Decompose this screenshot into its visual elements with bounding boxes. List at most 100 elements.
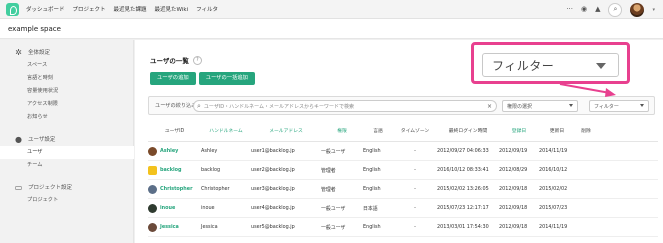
handle: inoue — [201, 205, 215, 211]
sidebar-item-space[interactable]: スペース — [0, 59, 133, 72]
col-language[interactable]: 言語 — [363, 127, 393, 134]
search-icon[interactable]: ⌕ — [608, 2, 623, 17]
timezone: - — [414, 167, 416, 173]
chevron-down-icon — [640, 104, 644, 107]
nav-recent-issues[interactable]: 最近見た課題 — [114, 5, 147, 13]
col-user-id[interactable]: ユーザID — [148, 127, 201, 134]
email: user5@backlog.jp — [251, 224, 295, 230]
user-id: Christopher — [160, 186, 193, 192]
email: user4@backlog.jp — [251, 205, 295, 211]
table-header: ユーザID ハンドルネーム メールアドレス 権限 言語 タイムゾーン 最終ログイ… — [148, 120, 658, 142]
avatar — [148, 222, 157, 232]
filter-select[interactable]: フィルター — [589, 100, 649, 112]
language: English — [363, 224, 381, 230]
help-icon[interactable]: ? — [192, 55, 202, 65]
handle: Christopher — [201, 186, 230, 192]
sidebar-item-users[interactable]: ユーザ — [0, 146, 134, 159]
language: English — [363, 186, 381, 192]
sidebar-item-storage[interactable]: 容量使用状況 — [0, 85, 133, 98]
email: user3@backlog.jp — [251, 186, 295, 192]
role: 管理者 — [321, 167, 336, 174]
sidebar-section-label: ユーザ設定 — [28, 137, 56, 143]
backlog-logo-icon[interactable] — [6, 2, 19, 16]
col-registered[interactable]: 登録日 — [499, 127, 539, 134]
role-select[interactable]: 権限の選択 — [502, 100, 578, 112]
handle: Jessica — [201, 224, 218, 230]
updated: 2014/11/19 — [539, 148, 568, 154]
col-last-login[interactable]: 最終ログイン時間 — [437, 127, 499, 134]
search-input[interactable]: ⌕ ユーザID・ハンドルネーム・メールアドレスからキーワードで検索 × — [193, 100, 497, 112]
user-id: backlog — [160, 167, 182, 173]
role: 一般ユーザ — [321, 224, 346, 231]
user-id-link[interactable]: Ashley — [148, 146, 201, 156]
avatar — [148, 146, 157, 156]
sidebar-section-label: 全体設定 — [28, 50, 51, 56]
role-select-value: 権限の選択 — [507, 103, 533, 110]
nav-right-tools: ··· ◉ ▲ ⌕ ▾ — [566, 2, 655, 17]
user-id-link[interactable]: Jessica — [148, 222, 201, 232]
chevron-down-icon[interactable]: ▾ — [652, 7, 655, 13]
chevron-down-icon — [596, 63, 606, 69]
add-user-button[interactable]: ユーザの追加 — [150, 72, 196, 85]
timezone: - — [414, 224, 416, 230]
col-delete: 削除 — [581, 129, 591, 134]
sidebar-item-projects[interactable]: プロジェクト — [0, 194, 133, 207]
updated: 2015/07/23 — [539, 205, 568, 211]
nav-recent-wiki[interactable]: 最近見たWiki — [155, 5, 189, 13]
updated: 2016/10/12 — [539, 167, 568, 173]
nav-filters[interactable]: フィルタ — [196, 5, 218, 13]
user-id-link[interactable]: backlog — [148, 165, 201, 175]
avatar — [148, 165, 157, 175]
user-filter-bar: ユーザの絞り込み ⌕ ユーザID・ハンドルネーム・メールアドレスからキーワードで… — [148, 96, 655, 115]
space-name[interactable]: example space — [8, 25, 61, 33]
bell-icon[interactable]: ▲ — [595, 2, 600, 17]
user-id: Jessica — [160, 224, 179, 230]
callout-filter-select[interactable]: フィルター — [482, 53, 619, 77]
updated: 2015/02/02 — [539, 186, 568, 192]
timezone: - — [414, 186, 416, 192]
role: 一般ユーザ — [321, 148, 346, 155]
timezone: - — [414, 148, 416, 154]
user-id-link[interactable]: Christopher — [148, 184, 201, 194]
search-placeholder: ユーザID・ハンドルネーム・メールアドレスからキーワードで検索 — [203, 103, 355, 110]
filter-label: ユーザの絞り込み — [155, 103, 197, 109]
user-id: inoue — [160, 205, 176, 211]
avatar — [148, 184, 157, 194]
nav-projects[interactable]: プロジェクト — [73, 5, 106, 13]
registered: 2012/08/29 — [499, 167, 528, 173]
sidebar-item-access-restriction[interactable]: アクセス制限 — [0, 98, 133, 111]
space-header: example space — [0, 19, 663, 39]
col-timezone[interactable]: タイムゾーン — [393, 127, 437, 134]
eye-icon[interactable]: ◉ — [581, 2, 587, 17]
registered: 2012/09/18 — [499, 224, 528, 230]
registered: 2012/09/19 — [499, 148, 528, 154]
avatar[interactable] — [630, 2, 645, 17]
role: 管理者 — [321, 186, 336, 193]
monitor-icon: ▭ — [14, 182, 23, 192]
bulk-add-users-button[interactable]: ユーザの一括追加 — [198, 72, 255, 85]
nav-dashboard[interactable]: ダッシュボード — [26, 5, 65, 13]
handle: Ashley — [201, 148, 218, 154]
sidebar-item-language-time[interactable]: 言語と時刻 — [0, 72, 133, 85]
chevron-down-icon — [569, 104, 573, 107]
sidebar-section-global: ✲ 全体設定 — [0, 45, 133, 59]
registered: 2012/09/18 — [499, 205, 528, 211]
action-buttons: ユーザの追加 ユーザの一括追加 — [150, 72, 255, 85]
sidebar-item-teams[interactable]: チーム — [0, 159, 133, 172]
user-id-link[interactable]: inoue — [148, 203, 201, 213]
more-icon[interactable]: ··· — [566, 2, 573, 17]
registered: 2012/09/18 — [499, 186, 528, 192]
col-email[interactable]: メールアドレス — [251, 127, 321, 134]
col-role[interactable]: 権限 — [321, 127, 363, 134]
table-row: Ashley Ashley user1@backlog.jp 一般ユーザ Eng… — [148, 142, 658, 161]
user-id: Ashley — [160, 148, 179, 154]
sidebar: ✲ 全体設定 スペース 言語と時刻 容量使用状況 アクセス制限 お知らせ ● ユ… — [0, 40, 134, 243]
col-updated[interactable]: 更新日 — [539, 127, 575, 134]
sidebar-section-users: ● ユーザ設定 — [0, 132, 133, 146]
col-handle[interactable]: ハンドルネーム — [201, 127, 251, 134]
sidebar-item-notice[interactable]: お知らせ — [0, 111, 133, 124]
clear-icon[interactable]: × — [487, 103, 492, 110]
table-row: Christopher Christopher user3@backlog.jp… — [148, 180, 658, 199]
email: user1@backlog.jp — [251, 148, 295, 154]
search-icon: ⌕ — [197, 101, 201, 110]
